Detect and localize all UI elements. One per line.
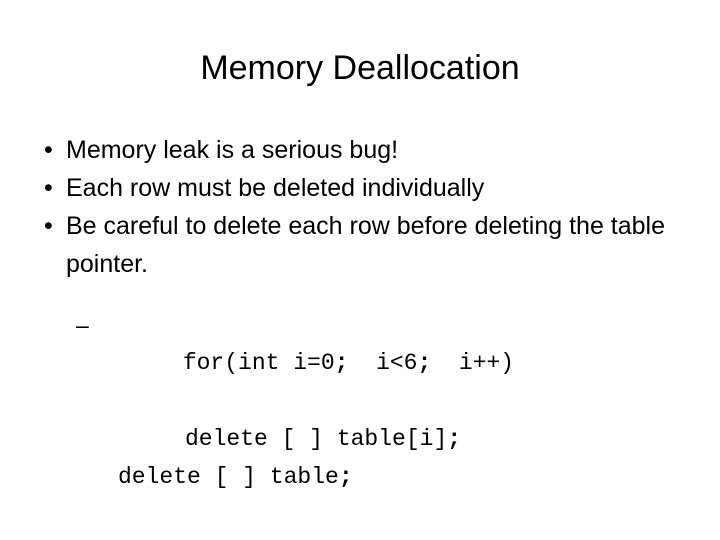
list-item: • Be careful to delete each row before d…	[40, 207, 688, 283]
sub-bullet-icon: –	[76, 312, 89, 338]
code-line-text: for(int i=0; i<6; i++)	[182, 350, 515, 376]
bullet-text: Be careful to delete each row before del…	[66, 212, 666, 278]
bullet-text: Memory leak is a serious bug!	[66, 136, 399, 164]
bullet-icon: •	[44, 212, 53, 240]
code-line: delete [ ] table;	[40, 458, 700, 496]
code-line-text: delete [ ] table[i];	[185, 426, 462, 452]
bullet-list: • Memory leak is a serious bug! • Each r…	[40, 131, 688, 283]
list-item: • Each row must be deleted individually	[40, 169, 688, 207]
slide: Memory Deallocation • Memory leak is a s…	[0, 0, 720, 540]
code-line-text: delete [ ] table;	[118, 464, 353, 490]
bullet-icon: •	[44, 136, 53, 164]
code-line: – for(int i=0; i<6; i++)	[40, 306, 700, 420]
list-item: • Memory leak is a serious bug!	[40, 131, 688, 169]
bullet-text: Each row must be deleted individually	[66, 174, 485, 202]
code-line: delete [ ] table[i];	[40, 420, 700, 458]
code-list: – for(int i=0; i<6; i++) delete [ ] table…	[40, 306, 700, 496]
bullet-icon: •	[44, 174, 53, 202]
slide-title: Memory Deallocation	[200, 49, 520, 87]
